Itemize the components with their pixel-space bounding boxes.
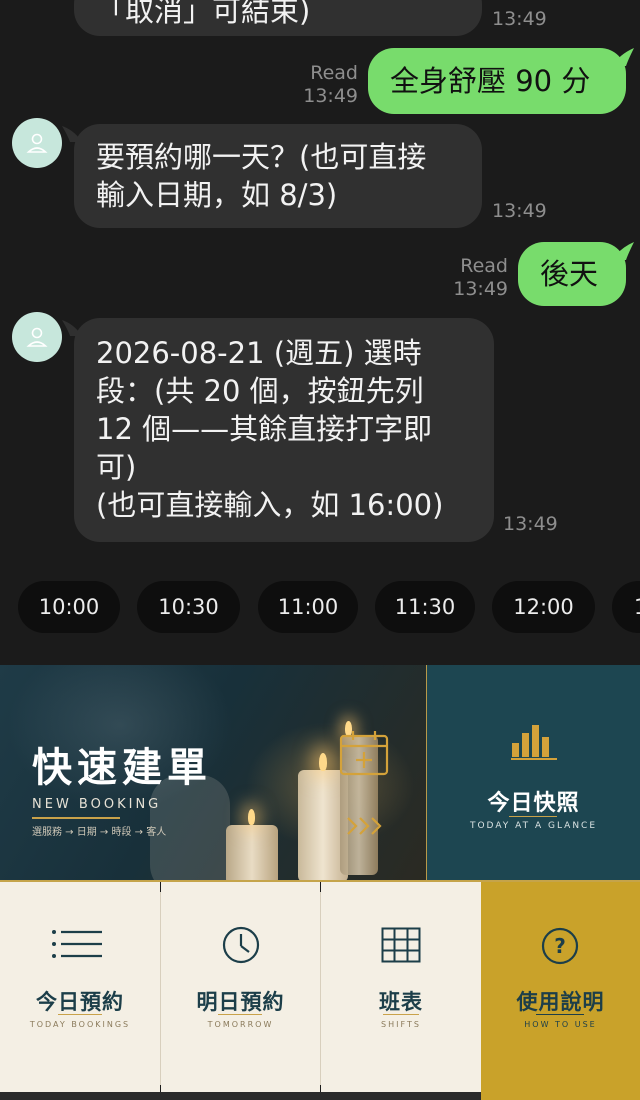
new-booking-steps: 選服務 → 日期 → 時段 → 客人 [32,827,167,838]
message-line: 2026-08-21 (週五) 選時 [96,336,422,370]
svg-text:?: ? [554,934,566,958]
title-underline [383,1014,419,1015]
message-text: 「取消」可結束) [96,0,311,28]
message-text: 2026-08-21 (週五) 選時 段：(共 20 個，按鈕先列 12 個——… [96,334,443,524]
message-text: 後天 [540,257,599,291]
message-line: 段：(共 20 個，按鈕先列 [96,374,424,408]
title-underline [32,817,120,819]
grid-icon [381,927,421,963]
how-to-use-tile[interactable]: ? 使用說明 HOW TO USE [481,882,640,1100]
chat-area: 「取消」可結束) 13:49 Read 13:49 全身舒壓 90 分 要預約哪… [0,0,640,665]
message-bubble-bot: 「取消」可結束) [74,0,482,36]
how-to-use-title: 使用說明 [516,990,605,1014]
new-booking-tile[interactable]: 快速建單 NEW BOOKING 選服務 → 日期 → 時段 → 客人 [0,665,426,881]
shifts-subtitle: SHIFTS [381,1020,421,1029]
message-line: 可) [96,450,137,484]
message-bubble-bot[interactable]: 2026-08-21 (週五) 選時 段：(共 20 個，按鈕先列 12 個——… [74,318,494,542]
message-time: 13:49 [503,513,558,535]
message-time: 13:49 [492,200,547,222]
quick-reply-1130[interactable]: 11:30 [375,581,475,633]
today-bookings-title: 今日預約 [36,990,124,1014]
clock-icon [222,926,260,964]
read-label: Read [310,62,358,84]
tomorrow-bookings-title: 明日預約 [196,990,285,1014]
read-status: Read 13:49 [300,62,358,108]
tomorrow-bookings-tile[interactable]: 明日預約 TOMORROW [161,882,320,1100]
list-icon [52,930,102,958]
tomorrow-bookings-subtitle: TOMORROW [207,1020,274,1029]
bottom-edge [0,1092,481,1100]
message-text: 要預約哪一天？(也可直接 輸入日期，如 8/3) [96,138,426,214]
how-to-use-subtitle: HOW TO USE [524,1020,597,1029]
message-time: 13:49 [303,85,358,107]
today-bookings-tile[interactable]: 今日預約 TODAY BOOKINGS [0,882,160,1100]
message-bubble-user[interactable]: 後天 [518,242,626,306]
today-glance-title: 今日快照 [487,791,580,816]
title-underline [509,816,557,817]
message-bubble-bot[interactable]: 要預約哪一天？(也可直接 輸入日期，如 8/3) [74,124,482,228]
title-underline [218,1014,262,1015]
message-text: 全身舒壓 90 分 [390,64,591,98]
title-underline [536,1014,584,1015]
candle-flame [248,809,255,825]
today-glance-tile[interactable]: 今日快照 TODAY AT A GLANCE [427,665,640,881]
today-glance-subtitle: TODAY AT A GLANCE [469,821,598,831]
new-booking-subtitle: NEW BOOKING [32,797,162,812]
message-time: 13:49 [453,278,508,300]
bubble-tail [612,48,634,66]
calendar-add-icon [339,731,389,776]
title-underline [58,1014,102,1015]
new-booking-title: 快速建單 [32,745,212,791]
user-icon [26,327,48,347]
read-label: Read [460,255,508,277]
message-line: 12 個——其餘直接打字即 [96,412,433,446]
bar-chart-icon [511,725,557,760]
today-bookings-subtitle: TODAY BOOKINGS [29,1020,131,1029]
message-line: 要預約哪一天？(也可直接 [96,140,427,174]
quick-reply-1100[interactable]: 11:00 [258,581,358,633]
candle-flame [319,753,327,771]
shifts-title: 班表 [379,990,423,1014]
quick-reply-partial[interactable]: 1 [612,581,640,633]
message-line: 輸入日期，如 8/3) [96,178,338,212]
bot-avatar[interactable] [12,118,62,168]
question-icon: ? [541,927,579,965]
user-icon [26,133,48,153]
message-time: 13:49 [492,8,547,30]
quick-reply-1000[interactable]: 10:00 [18,581,120,633]
message-line: (也可直接輸入，如 16:00) [96,488,444,522]
read-status: Read 13:49 [450,255,508,301]
quick-reply-1200[interactable]: 12:00 [492,581,595,633]
message-bubble-user[interactable]: 全身舒壓 90 分 [368,48,626,114]
bot-avatar[interactable] [12,312,62,362]
chevrons-right-icon [347,817,382,835]
candle-decoration [226,825,278,881]
bubble-tail [612,242,634,260]
shifts-tile[interactable]: 班表 SHIFTS [321,882,481,1100]
quick-reply-1030[interactable]: 10:30 [137,581,240,633]
